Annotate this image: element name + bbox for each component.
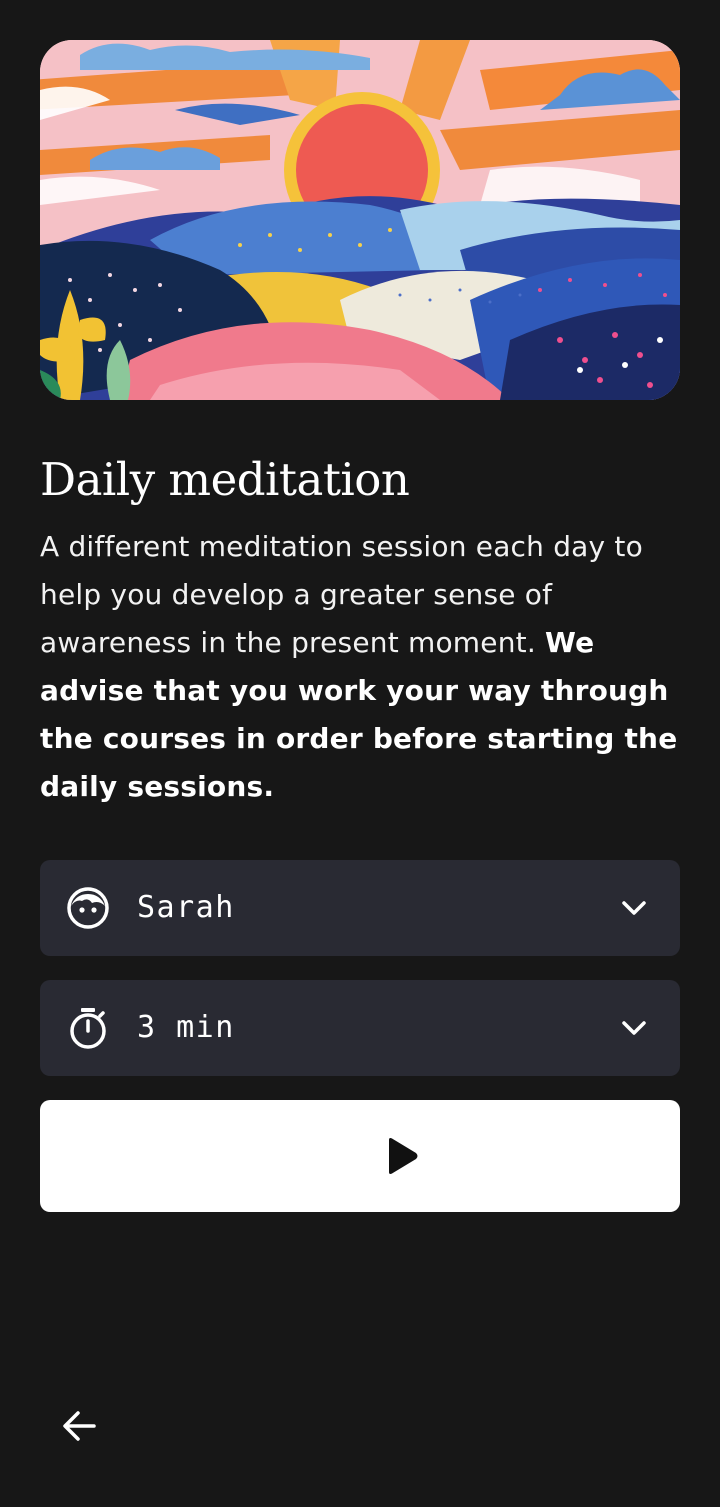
stopwatch-icon <box>70 1008 106 1049</box>
duration-select[interactable]: 3 min <box>40 980 680 1076</box>
meditation-illustration <box>40 40 680 400</box>
page-title: Daily meditation <box>40 453 410 506</box>
voice-select[interactable]: Sarah <box>40 860 680 956</box>
voice-select-value: Sarah <box>137 890 235 925</box>
session-description: A different meditation session each day … <box>40 523 685 811</box>
face-icon <box>67 887 109 929</box>
chevron-down-icon <box>622 901 646 915</box>
duration-select-value: 3 min <box>137 1010 235 1045</box>
arrow-left-icon[interactable] <box>56 1402 104 1450</box>
play-button[interactable] <box>40 1100 680 1212</box>
landscape-artwork <box>40 40 680 400</box>
chevron-down-icon <box>622 1021 646 1035</box>
play-icon <box>389 1138 418 1174</box>
